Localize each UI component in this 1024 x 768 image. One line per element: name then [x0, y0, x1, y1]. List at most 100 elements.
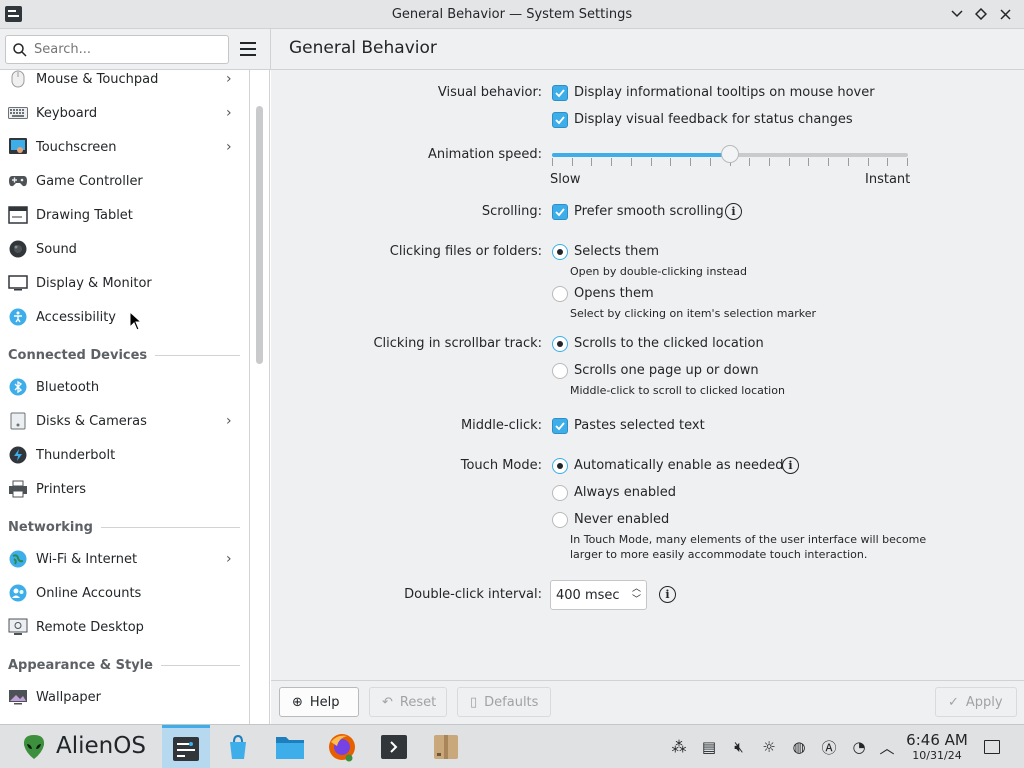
monitor-icon — [8, 273, 28, 293]
touch-auto-radio[interactable] — [552, 458, 568, 474]
reset-button-label: Reset — [399, 694, 437, 710]
opens-them-radio[interactable] — [552, 286, 568, 302]
sidebar-item-thunderbolt[interactable]: Thunderbolt — [0, 438, 249, 472]
sidebar-item-label: Wi-Fi & Internet — [36, 551, 138, 567]
taskbar-app-discover[interactable] — [214, 725, 262, 768]
animation-speed-label: Animation speed: — [427, 147, 542, 162]
chevron-right-icon: › — [226, 413, 232, 429]
status-feedback-option-label: Display visual feedback for status chang… — [574, 112, 853, 127]
scroll-one-page-hint: Middle-click to scroll to clicked locati… — [570, 384, 785, 397]
taskbar-app-archive[interactable] — [422, 725, 470, 768]
input-method-icon[interactable]: Ⓐ — [819, 737, 839, 757]
scrolling-label: Scrolling: — [481, 204, 542, 219]
footer-bar: ⊕ Help ↶ Reset ▯ Defaults ✓ Apply — [271, 680, 1024, 724]
sidebar-item-game-controller[interactable]: Game Controller — [0, 164, 249, 198]
checkmark-icon — [555, 89, 565, 98]
close-icon — [999, 8, 1011, 20]
system-settings-app-icon — [5, 6, 22, 22]
sidebar-item-remote-desktop[interactable]: Remote Desktop — [0, 610, 249, 644]
spinbox-arrows-icon[interactable]: ︿ ﹀ — [632, 584, 641, 606]
category-label: Appearance & Style — [8, 657, 153, 673]
sidebar-item-mouse-touchpad[interactable]: Mouse & Touchpad › — [0, 70, 249, 96]
sidebar-item-display-monitor[interactable]: Display & Monitor — [0, 266, 249, 300]
sidebar-item-disks-cameras[interactable]: Disks & Cameras › — [0, 404, 249, 438]
hamburger-menu-button[interactable] — [238, 40, 258, 58]
paste-selected-checkbox[interactable] — [552, 418, 568, 434]
opens-them-hint: Select by clicking on item's selection m… — [570, 307, 816, 320]
sidebar-item-drawing-tablet[interactable]: Drawing Tablet — [0, 198, 249, 232]
show-desktop-button[interactable] — [984, 740, 1000, 754]
slider-min-label: Slow — [550, 172, 581, 187]
clock-time[interactable]: 6:46 AM — [905, 731, 969, 749]
close-button[interactable] — [996, 4, 1014, 24]
opens-them-option-label: Opens them — [574, 286, 654, 301]
tooltips-option-label: Display informational tooltips on mouse … — [574, 85, 875, 100]
taskbar-app-file-manager[interactable] — [266, 725, 314, 768]
sidebar-item-touchscreen[interactable]: Touchscreen › — [0, 130, 249, 164]
remote-desktop-icon — [8, 617, 28, 637]
show-hidden-icon[interactable]: ︿ — [877, 737, 897, 757]
sidebar-item-printers[interactable]: Printers — [0, 472, 249, 506]
sidebar-item-label: Bluetooth — [36, 379, 100, 395]
double-click-interval-spinbox[interactable]: 400 msec ︿ ﹀ — [550, 580, 647, 610]
clipboard-icon[interactable]: ▤ — [699, 737, 719, 757]
visual-behavior-label: Visual behavior: — [437, 85, 542, 100]
alien-logo-icon[interactable] — [22, 734, 46, 760]
sidebar-item-wifi-internet[interactable]: Wi-Fi & Internet › — [0, 542, 249, 576]
selects-them-radio[interactable] — [552, 244, 568, 260]
search-input[interactable] — [34, 42, 214, 57]
touchscreen-icon — [8, 137, 28, 157]
sidebar-item-wallpaper[interactable]: Wallpaper — [0, 680, 249, 714]
sidebar-item-keyboard[interactable]: Keyboard › — [0, 96, 249, 130]
scroll-to-location-radio[interactable] — [552, 336, 568, 352]
sidebar-scrollbar-thumb[interactable] — [256, 106, 263, 364]
search-box[interactable] — [5, 35, 229, 64]
bluetooth-icon — [8, 377, 28, 397]
disk-icon — [8, 411, 28, 431]
slider-max-label: Instant — [865, 172, 911, 187]
maximize-button[interactable] — [972, 4, 990, 24]
sidebar-item-label: Mouse & Touchpad — [36, 71, 159, 87]
sidebar-item-accessibility[interactable]: Accessibility — [0, 300, 249, 334]
scroll-one-page-radio[interactable] — [552, 363, 568, 379]
taskbar-app-terminal[interactable] — [370, 725, 418, 768]
chevron-right-icon: › — [226, 551, 232, 567]
apply-button[interactable]: ✓ Apply — [935, 687, 1017, 717]
info-icon[interactable]: i — [725, 203, 742, 220]
defaults-button[interactable]: ▯ Defaults — [457, 687, 551, 717]
tooltips-checkbox[interactable] — [552, 85, 568, 101]
globe-icon[interactable]: ◍ — [789, 737, 809, 757]
mouse-cursor-icon — [129, 311, 143, 331]
sidebar-item-sound[interactable]: Sound — [0, 232, 249, 266]
slider-tick — [887, 158, 889, 166]
taskbar-app-firefox[interactable] — [318, 725, 366, 768]
smooth-scrolling-option-label: Prefer smooth scrolling — [574, 204, 724, 219]
performance-icon[interactable]: ◔ — [849, 737, 869, 757]
animation-speed-slider-handle[interactable] — [721, 145, 739, 163]
clock-date[interactable]: 10/31/24 — [905, 749, 969, 762]
defaults-button-label: Defaults — [484, 694, 539, 710]
reset-button[interactable]: ↶ Reset — [369, 687, 447, 717]
selects-them-hint: Open by double-clicking instead — [570, 265, 747, 278]
category-connected-devices: Connected Devices — [8, 345, 240, 365]
slider-tick — [690, 158, 692, 166]
info-icon[interactable]: i — [782, 457, 799, 474]
globe-icon — [8, 549, 28, 569]
touch-always-radio[interactable] — [552, 485, 568, 501]
help-button[interactable]: ⊕ Help — [279, 687, 359, 717]
sidebar-item-bluetooth[interactable]: Bluetooth — [0, 370, 249, 404]
smooth-scrolling-checkbox[interactable] — [552, 204, 568, 220]
brightness-icon[interactable]: ☼ — [759, 737, 779, 757]
double-click-interval-label: Double-click interval: — [404, 587, 542, 602]
slider-tick — [670, 158, 672, 166]
checkmark-icon — [555, 208, 565, 217]
sidebar-item-online-accounts[interactable]: Online Accounts — [0, 576, 249, 610]
minimize-button[interactable] — [948, 4, 966, 24]
volume-muted-icon[interactable]: 🔇︎ — [729, 737, 749, 757]
status-feedback-checkbox[interactable] — [552, 112, 568, 128]
taskbar-app-system-settings[interactable] — [162, 725, 210, 768]
network-share-icon[interactable]: ⁂ — [669, 737, 689, 757]
info-icon[interactable]: i — [659, 586, 676, 603]
touch-never-radio[interactable] — [552, 512, 568, 528]
search-icon — [13, 42, 27, 57]
